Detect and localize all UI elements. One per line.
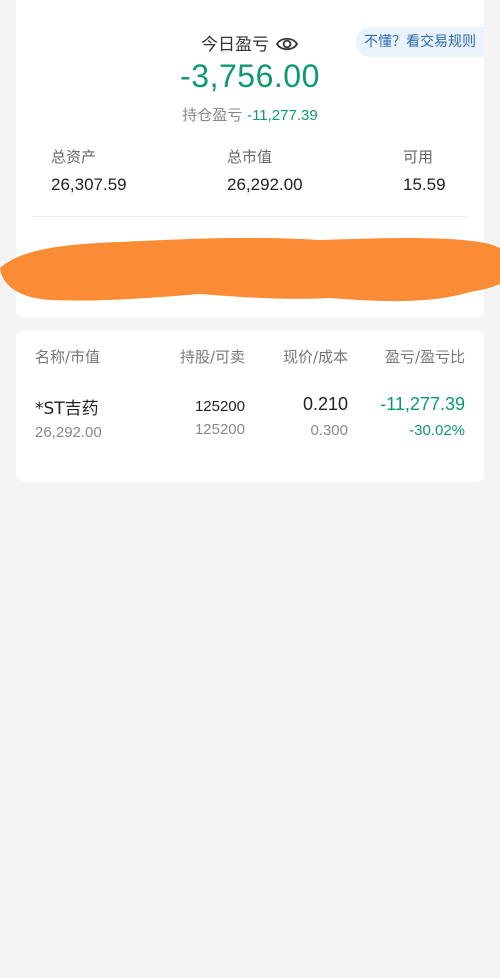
position-row[interactable]: *ST吉药 26,292.00 125200 125200 0.210 0.30… xyxy=(16,390,484,450)
available-funds-value: 15.59 xyxy=(403,175,446,194)
column-header-holding: 持股/可卖 xyxy=(179,348,245,366)
stock-pl-ratio: -30.02% xyxy=(409,422,465,439)
account-summary-card: 今日盈亏 不懂？看交易规则 -3,756.00 持仓盈亏 -11,277.39 … xyxy=(0,0,500,318)
divider xyxy=(32,216,468,217)
stock-market-value: 26,292.00 xyxy=(35,424,102,441)
total-market-value-label: 总市值 xyxy=(227,148,273,166)
today-pl-label: 今日盈亏 xyxy=(201,35,269,55)
total-assets-label: 总资产 xyxy=(51,148,97,166)
total-assets: 总资产 26,307.59 xyxy=(51,146,127,195)
trading-rules-button[interactable]: 不懂？看交易规则 xyxy=(356,27,484,57)
redaction-scribble xyxy=(0,237,500,302)
available-funds-label: 可用 xyxy=(403,148,434,166)
stock-cost: 0.300 xyxy=(310,422,348,439)
stock-pl: -11,277.39 xyxy=(380,394,465,414)
positions-card: 名称/市值 持股/可卖 现价/成本 盈亏/盈亏比 *ST吉药 26,292.00… xyxy=(16,330,484,482)
stock-available: 125200 xyxy=(194,421,245,438)
total-market-value: 总市值 26,292.00 xyxy=(227,146,303,195)
stock-name: *ST吉药 xyxy=(35,399,99,419)
total-market-value-value: 26,292.00 xyxy=(227,175,303,194)
holding-pl-label: 持仓盈亏 xyxy=(182,106,243,124)
column-header-price: 现价/成本 xyxy=(282,348,348,366)
column-header-pl: 盈亏/盈亏比 xyxy=(384,348,465,366)
available-funds: 可用 15.59 xyxy=(403,146,446,195)
holding-pl: 持仓盈亏 -11,277.39 xyxy=(16,104,484,125)
column-header-name: 名称/市值 xyxy=(35,348,101,366)
stock-holding: 125200 xyxy=(194,398,245,415)
total-assets-value: 26,307.59 xyxy=(51,175,127,194)
holding-pl-value: -11,277.39 xyxy=(247,107,318,124)
eye-icon[interactable] xyxy=(275,35,299,58)
stock-price: 0.210 xyxy=(302,394,348,414)
today-pl-value: -3,756.00 xyxy=(180,58,320,94)
